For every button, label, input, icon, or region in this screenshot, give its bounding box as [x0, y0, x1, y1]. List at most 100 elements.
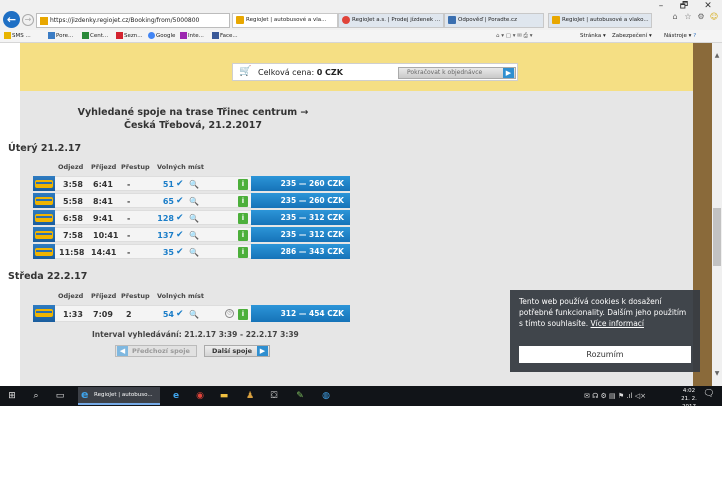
info-icon[interactable]: i [238, 196, 248, 207]
file-explorer-icon[interactable]: ▬ [216, 389, 232, 403]
maximize-button[interactable]: 🗗 [673, 1, 695, 12]
system-tray-icons[interactable]: ✉ ☊ ⚙ ▤ ⚑ .ıl ◁× [570, 389, 660, 403]
scroll-thumb[interactable] [713, 208, 721, 266]
price-range-button[interactable]: 286 — 343 CZK [251, 244, 350, 259]
connection-details: 3:58 6:41 - 51 ✔ 🔍 i [55, 176, 251, 191]
paint-icon[interactable]: ♟ [242, 389, 258, 403]
info-icon[interactable]: i [238, 309, 248, 320]
seat-map-magnifier-icon[interactable]: 🔍 [189, 245, 199, 260]
arrow-right-icon: ▶ [257, 346, 268, 356]
start-windows-icon[interactable]: ⊞ [4, 389, 20, 403]
taskbar-clock[interactable]: 4:02 21. 2. 2017 [676, 387, 702, 406]
scroll-up-icon[interactable]: ▲ [712, 51, 722, 61]
favorite-cent[interactable]: Cent... [82, 30, 108, 42]
connection-row[interactable]: 3:58 6:41 - 51 ✔ 🔍 i 235 — 260 CZK [33, 176, 350, 191]
favorite-google[interactable]: Google [148, 30, 175, 42]
depart-time: 5:58 [63, 197, 83, 206]
menu-tools[interactable]: Nástroje ▾ ? [664, 30, 696, 42]
menu-security[interactable]: Zabezpečení ▾ [612, 30, 652, 42]
arrive-time: 6:41 [93, 180, 113, 189]
edge-icon[interactable]: e [168, 389, 184, 403]
info-icon[interactable]: i [238, 179, 248, 190]
seat-map-magnifier-icon[interactable]: 🔍 [189, 211, 199, 226]
seat-map-magnifier-icon[interactable]: 🔍 [189, 177, 199, 192]
connection-row[interactable]: 11:58 14:41 - 35 ✔ 🔍 i 286 — 343 CZK [33, 244, 350, 259]
tab-regiojet-2[interactable]: RegioJet | autobusové a vlako... [548, 13, 652, 28]
inte-icon [180, 32, 187, 39]
transfer-count: - [127, 248, 131, 257]
free-seats: 65 [162, 197, 174, 206]
smiley-feedback-icon[interactable]: ☺ [709, 12, 719, 22]
price-range-button[interactable]: 235 — 260 CZK [251, 176, 350, 191]
price-range-button[interactable]: 235 — 312 CZK [251, 227, 350, 242]
tab-regiojet-sale[interactable]: RegioJet a.s. | Prodej jízdenek ... [338, 13, 444, 28]
favorites-star-icon[interactable]: ☆ [683, 12, 693, 22]
poradte-favicon-icon [448, 15, 456, 24]
prev-label: Předchozí spoje [132, 347, 190, 355]
favorite-inte[interactable]: Inte... [180, 30, 204, 42]
cookie-more-info-link[interactable]: Více informací [591, 319, 644, 328]
close-window-button[interactable]: ✕ [697, 1, 719, 12]
seat-map-magnifier-icon[interactable]: 🔍 [189, 194, 199, 209]
available-check-icon: ✔ [176, 247, 184, 257]
search-icon[interactable]: ⌕ [28, 389, 44, 403]
col-transfer: Přestup [121, 163, 150, 171]
favorite-facebook[interactable]: Face... [212, 30, 238, 42]
vertical-scrollbar[interactable]: ▲ ▼ [712, 43, 722, 386]
search-title: Vyhledané spoje na trase Třinec centrum … [77, 107, 309, 131]
notifications-icon[interactable]: 🗨 [703, 389, 715, 403]
app-icon[interactable]: ✎ [292, 389, 308, 403]
connection-row[interactable]: 1:33 7:09 2 54 ✔ 🔍 ◷ i 312 — 454 CZK [33, 305, 350, 322]
cookie-notice: Tento web používá cookies k dosažení pot… [510, 290, 700, 372]
store-icon[interactable]: ⛋ [266, 389, 282, 403]
available-check-icon: ✔ [176, 230, 184, 240]
favorite-seznam[interactable]: Sezn... [116, 30, 143, 42]
task-view-icon[interactable]: ▭ [52, 389, 68, 403]
connection-row[interactable]: 6:58 9:41 - 128 ✔ 🔍 i 235 — 312 CZK [33, 210, 350, 225]
clock-icon: ◷ [225, 309, 234, 318]
favorite-sms[interactable]: SMS ... [4, 30, 31, 42]
seat-map-magnifier-icon[interactable]: 🔍 [189, 306, 199, 323]
available-check-icon: ✔ [176, 196, 184, 206]
browser-app-icon[interactable]: ◍ [318, 389, 334, 403]
home-icon[interactable]: ⌂ [670, 12, 680, 22]
info-icon[interactable]: i [238, 230, 248, 241]
scroll-down-icon[interactable]: ▼ [712, 369, 722, 379]
address-bar[interactable]: https://jizdenky.regiojet.cz/Booking/fro… [36, 13, 230, 28]
previous-connections-button[interactable]: ◀ Předchozí spoje [115, 345, 197, 357]
transfer-count: - [127, 197, 131, 206]
seat-map-magnifier-icon[interactable]: 🔍 [189, 228, 199, 243]
cookie-accept-button[interactable]: Rozumím [519, 346, 691, 363]
taskbar-app-label: RegioJet | autobuso... [94, 392, 153, 398]
command-bar-icons[interactable]: ⌂ ▾ ▢ ▾ ✉ ⎙ ▾ [496, 30, 532, 42]
minimize-button[interactable]: – [650, 1, 672, 12]
info-icon[interactable]: i [238, 247, 248, 258]
next-connections-button[interactable]: Další spoje ▶ [204, 345, 270, 357]
page-left-margin [0, 43, 20, 386]
menu-page[interactable]: Stránka ▾ [580, 30, 606, 42]
favorite-pore[interactable]: Pore... [48, 30, 73, 42]
info-icon[interactable]: i [238, 213, 248, 224]
arrive-time: 8:41 [93, 197, 113, 206]
regiojet-favicon-icon [552, 15, 560, 24]
connection-row[interactable]: 7:58 10:41 - 137 ✔ 🔍 i 235 — 312 CZK [33, 227, 350, 242]
settings-gear-icon[interactable]: ⚙ [696, 12, 706, 22]
forward-button[interactable]: → [22, 14, 34, 26]
connection-details: 1:33 7:09 2 54 ✔ 🔍 ◷ i [55, 305, 251, 322]
price-range-button[interactable]: 312 — 454 CZK [251, 305, 350, 322]
connection-details: 11:58 14:41 - 35 ✔ 🔍 i [55, 244, 251, 259]
taskbar: ⊞ ⌕ ▭ e RegioJet | autobuso... e ◉ ▬ ♟ ⛋… [0, 386, 722, 406]
cart-box: 🛒 Celková cena: 0 CZK Pokračovat k objed… [232, 63, 518, 81]
connection-row[interactable]: 5:58 8:41 - 65 ✔ 🔍 i 235 — 260 CZK [33, 193, 350, 208]
tab-poradte[interactable]: Odpověď | Poradte.cz [444, 13, 544, 28]
arrive-time: 9:41 [93, 214, 113, 223]
sms-icon [4, 32, 11, 39]
chrome-icon[interactable]: ◉ [192, 389, 208, 403]
continue-to-order-button[interactable]: Pokračovat k objednávce ▶ [398, 67, 516, 79]
price-range-button[interactable]: 235 — 312 CZK [251, 210, 350, 225]
taskbar-active-ie[interactable]: e RegioJet | autobuso... [78, 387, 160, 405]
arrive-time: 14:41 [91, 248, 117, 257]
tab-regiojet-active[interactable]: RegioJet | autobusové a vla... [232, 13, 338, 28]
price-range-button[interactable]: 235 — 260 CZK [251, 193, 350, 208]
back-button[interactable]: ← [3, 11, 20, 28]
